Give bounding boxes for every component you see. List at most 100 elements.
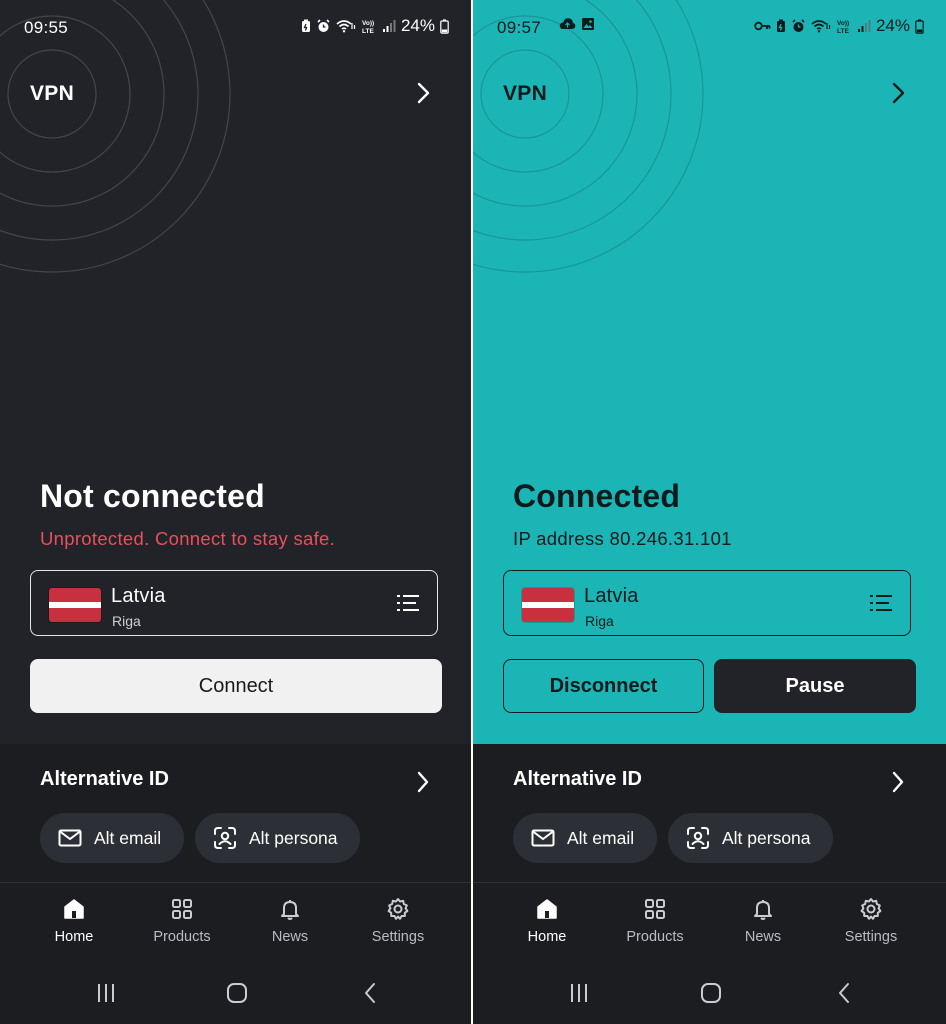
location-selector[interactable]: Latvia Riga	[30, 570, 438, 636]
home-icon	[64, 899, 84, 919]
location-city: Riga	[112, 613, 141, 629]
cloud-icon	[559, 18, 576, 29]
list-icon[interactable]	[397, 594, 419, 612]
bottom-navigation: Home Products News Settings	[0, 882, 471, 964]
home-circle-icon[interactable]	[226, 982, 248, 1004]
status-bar: 09:55 Vo)) LTE 24%	[0, 0, 471, 56]
svg-text:Vo)): Vo))	[362, 20, 374, 27]
nav-products[interactable]: Products	[137, 897, 227, 945]
back-icon[interactable]	[834, 982, 856, 1004]
hero-panel: 09:57 Vo)) LTE 24% VPN Connected IP addre…	[473, 0, 946, 744]
nav-products-label: Products	[626, 929, 684, 945]
key-icon	[754, 21, 771, 31]
battery-percent: 24%	[400, 16, 435, 35]
alt-email-chip[interactable]: Alt email	[40, 813, 184, 863]
nav-settings[interactable]: Settings	[353, 897, 443, 945]
alt-persona-label: Alt persona	[249, 827, 338, 848]
mail-icon	[58, 829, 82, 847]
alarm-icon	[317, 19, 330, 32]
svg-text:LTE: LTE	[362, 28, 374, 34]
latvia-flag-icon	[49, 588, 101, 622]
chevron-right-icon[interactable]	[886, 80, 910, 106]
wifi-icon	[811, 20, 831, 33]
volte-icon: Vo))LTE	[837, 20, 849, 34]
hero-panel: 09:55 Vo)) LTE 24% VPN Not connected Unpr…	[0, 0, 471, 744]
location-country: Latvia	[111, 585, 166, 607]
alt-email-label: Alt email	[94, 827, 162, 848]
back-icon[interactable]	[360, 982, 382, 1004]
nav-home-label: Home	[527, 929, 567, 945]
grid-icon	[172, 899, 192, 919]
battery-icon	[440, 18, 449, 34]
alternative-id-title: Alternative ID	[40, 768, 169, 790]
recents-icon[interactable]	[568, 982, 590, 1004]
svg-text:Vo)): Vo))	[837, 20, 849, 27]
alarm-icon	[792, 19, 805, 32]
nav-home-label: Home	[54, 929, 94, 945]
status-time: 09:57	[497, 18, 542, 37]
bell-icon	[754, 900, 772, 920]
status-time: 09:55	[24, 18, 69, 37]
signal-icon	[857, 20, 871, 32]
chevron-right-icon[interactable]	[415, 770, 431, 794]
alt-persona-chip[interactable]: Alt persona	[668, 813, 833, 863]
signal-icon	[382, 20, 396, 32]
volte-icon: Vo))LTE	[362, 20, 374, 34]
grid-icon	[645, 899, 665, 919]
status-bar: 09:57 Vo)) LTE 24%	[473, 0, 946, 56]
screen-connected: 09:57 Vo)) LTE 24% VPN Connected IP addre…	[473, 0, 946, 1024]
nav-settings-label: Settings	[371, 929, 425, 945]
alt-email-chip[interactable]: Alt email	[513, 813, 657, 863]
battery-saver-icon	[301, 19, 310, 32]
bottom-navigation: Home Products News Settings	[473, 882, 946, 964]
system-navigation-bar	[0, 964, 471, 1024]
nav-settings-label: Settings	[844, 929, 898, 945]
nav-home[interactable]: Home	[29, 897, 119, 945]
chevron-right-icon[interactable]	[411, 80, 435, 106]
ip-address-text: IP address 80.246.31.101	[513, 528, 732, 549]
persona-icon	[687, 827, 709, 849]
status-icons: Vo)) LTE 24%	[754, 16, 924, 36]
nav-products[interactable]: Products	[610, 897, 700, 945]
nav-news-label: News	[271, 929, 309, 945]
mail-icon	[531, 829, 555, 847]
location-selector[interactable]: Latvia Riga	[503, 570, 911, 636]
alt-email-label: Alt email	[567, 827, 635, 848]
recents-icon[interactable]	[95, 982, 117, 1004]
wifi-icon	[336, 20, 356, 33]
connection-status-subtitle: Unprotected. Connect to stay safe.	[40, 528, 336, 549]
battery-saver-icon	[776, 19, 785, 32]
battery-icon	[915, 18, 924, 34]
notification-icons	[559, 17, 595, 31]
latvia-flag-icon	[522, 588, 574, 622]
alternative-id-section: Alternative ID Alt email Alt persona	[0, 744, 471, 882]
nav-news[interactable]: News	[718, 897, 808, 945]
nav-settings[interactable]: Settings	[826, 897, 916, 945]
nav-products-label: Products	[153, 929, 211, 945]
alt-persona-label: Alt persona	[722, 827, 811, 848]
list-icon[interactable]	[870, 594, 892, 612]
svg-text:LTE: LTE	[837, 28, 849, 34]
location-country: Latvia	[584, 585, 639, 607]
alternative-id-section: Alternative ID Alt email Alt persona	[473, 744, 946, 882]
home-circle-icon[interactable]	[700, 982, 722, 1004]
battery-percent: 24%	[875, 16, 910, 35]
status-icons: Vo)) LTE 24%	[301, 16, 449, 36]
connect-button[interactable]: Connect	[30, 659, 442, 713]
gear-icon	[860, 898, 882, 920]
nav-news[interactable]: News	[245, 897, 335, 945]
disconnect-button[interactable]: Disconnect	[503, 659, 704, 713]
persona-icon	[214, 827, 236, 849]
connection-status-title: Connected	[513, 478, 681, 514]
location-city: Riga	[585, 613, 614, 629]
connection-status-title: Not connected	[40, 478, 265, 514]
nav-news-label: News	[744, 929, 782, 945]
vpn-title: VPN	[503, 82, 548, 105]
bell-icon	[281, 900, 299, 920]
screen-disconnected: 09:55 Vo)) LTE 24% VPN Not connected Unpr…	[0, 0, 471, 1024]
chevron-right-icon[interactable]	[890, 770, 906, 794]
pause-button[interactable]: Pause	[714, 659, 916, 713]
alt-persona-chip[interactable]: Alt persona	[195, 813, 360, 863]
nav-home[interactable]: Home	[502, 897, 592, 945]
image-icon	[582, 18, 594, 30]
